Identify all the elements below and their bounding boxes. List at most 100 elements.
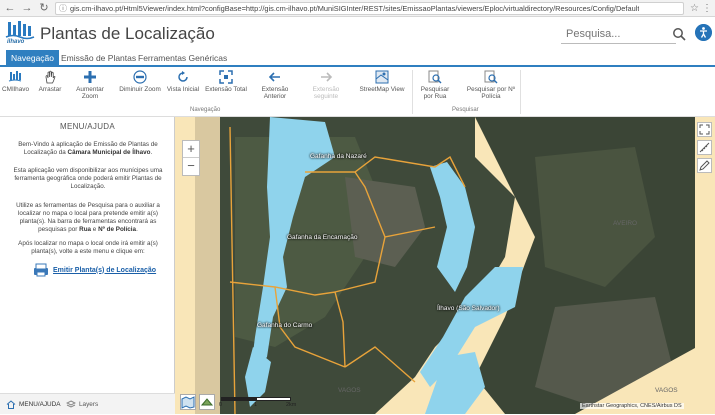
home-icon	[6, 400, 16, 409]
zoom-in-label: Aumentar Zoom	[76, 86, 104, 100]
minus-icon	[133, 70, 147, 84]
welcome-paragraph: Bem-Vindo à aplicação de Emissão de Plan…	[8, 141, 168, 157]
satellite-basemap	[195, 117, 715, 414]
plus-icon	[84, 71, 96, 83]
zoom-in-button[interactable]: Aumentar Zoom	[68, 70, 112, 100]
map-place-label: Ílhavo (São Salvador)	[437, 305, 500, 312]
map-zoom-in-button[interactable]: +	[183, 141, 199, 158]
group-separator	[412, 70, 413, 114]
browser-address-bar: ← → ↻ ⓘ gis.cm-ilhavo.pt/Html5Viewer/ind…	[0, 0, 715, 17]
map-expand-icon[interactable]	[697, 122, 712, 137]
hand-icon	[45, 70, 56, 84]
panel-bottom-tabs: MENU/AJUDA Layers	[0, 393, 175, 414]
tab-menu-ajuda[interactable]: MENU/AJUDA	[6, 394, 61, 415]
logo-text: ílhavo	[7, 39, 25, 45]
back-arrow-icon	[268, 72, 280, 82]
bookmark-star-icon[interactable]: ☆	[688, 3, 701, 14]
pan-label: Arrastar	[38, 86, 62, 93]
ribbon-toolbar: CMIlhavo Arrastar Aumentar Zoom Diminuir…	[0, 67, 715, 117]
tab-layers[interactable]: Layers	[66, 394, 98, 415]
map-place-label: AVEIRO	[613, 220, 638, 227]
search-input[interactable]	[561, 25, 676, 44]
initial-view-label: Vista Inicial	[166, 86, 200, 93]
map-layers-icon[interactable]	[199, 394, 215, 410]
layers-icon	[66, 400, 76, 408]
streetmap-icon	[375, 70, 389, 84]
map-place-label: Gafanha do Carmo	[257, 322, 313, 329]
scale-label: 1	[254, 402, 258, 408]
map-attribution: Earthstar Geographics, CNES/Airbus DS	[580, 403, 684, 409]
forward-arrow-icon	[321, 72, 333, 82]
map-place-label: VAGOS	[338, 387, 361, 394]
ilhavo-logo-icon	[8, 71, 22, 82]
tab-layers-label: Layers	[79, 401, 99, 408]
url-field[interactable]: ⓘ gis.cm-ilhavo.pt/Html5Viewer/index.htm…	[55, 1, 684, 15]
cmilhavo-button[interactable]: CMIlhavo	[2, 70, 29, 93]
streetmap-view-label: StreetMap View	[359, 86, 405, 93]
scale-bar: 0 1 2km	[218, 394, 298, 410]
map-measure-icon[interactable]	[697, 140, 712, 155]
search-icon[interactable]	[672, 27, 686, 41]
municipality-name: Câmara Municipal de Ílhavo	[67, 149, 151, 156]
pan-button[interactable]: Arrastar	[36, 70, 64, 93]
ribbon-tabs: Navegação Emissão de Plantas Ferramentas…	[0, 50, 715, 66]
reload-icon[interactable]: ↻	[37, 1, 51, 15]
tab-ferramentas-genericas[interactable]: Ferramentas Genéricas	[133, 50, 232, 66]
tab-emissao-de-plantas[interactable]: Emissão de Plantas	[56, 50, 141, 66]
previous-extent-label: Extensão Anterior	[261, 86, 289, 100]
zoom-out-button[interactable]: Diminuir Zoom	[118, 70, 162, 93]
emit-plants-link[interactable]: Emitir Planta(s) de Localização	[32, 263, 156, 277]
tab-navegacao[interactable]: Navegação	[6, 50, 60, 66]
menu-help-panel: MENU/AJUDA Bem-Vindo à aplicação de Emis…	[0, 117, 175, 414]
zoom-out-label: Diminuir Zoom	[119, 86, 161, 93]
map-zoom-out-button[interactable]: −	[183, 158, 199, 175]
previous-extent-button[interactable]: Extensão Anterior	[256, 70, 294, 100]
tab-menu-ajuda-label: MENU/AJUDA	[19, 401, 61, 408]
panel-title: MENU/AJUDA	[59, 122, 115, 131]
document-search-icon	[484, 70, 498, 84]
page-title: Plantas de Localização	[40, 24, 215, 43]
search-by-street-button[interactable]: Pesquisar por Rua	[416, 70, 454, 100]
search-by-number-label: Pesquisar por Nº Polícia	[466, 86, 516, 100]
intro-paragraph: Esta aplicação vem disponibilizar aos mu…	[13, 167, 163, 190]
info-icon[interactable]: ⓘ	[59, 3, 67, 14]
search-help-paragraph: Utilize as ferramentas de Pesquisa para …	[8, 202, 168, 234]
accessibility-icon[interactable]	[695, 24, 712, 41]
url-text: gis.cm-ilhavo.pt/Html5Viewer/index.html?…	[70, 3, 640, 13]
emit-plants-link-text: Emitir Planta(s) de Localização	[53, 266, 157, 274]
group-label-pesquisar: Pesquisar	[452, 107, 479, 113]
map-place-label: Gafanha da Encarnação	[287, 234, 358, 241]
search-by-number-button[interactable]: Pesquisar por Nº Polícia	[465, 70, 517, 100]
conjunction: e	[91, 226, 99, 233]
cmilhavo-label: CMIlhavo	[2, 86, 29, 93]
search-by-street-label: Pesquisar por Rua	[420, 86, 450, 100]
expand-arrows-icon	[219, 70, 233, 84]
browser-menu-icon[interactable]: ⋮	[701, 3, 713, 14]
map-place-label: Gafanha da Nazaré	[310, 153, 367, 160]
scale-label: 2km	[286, 402, 297, 408]
group-separator	[520, 70, 521, 114]
streetmap-view-button[interactable]: StreetMap View	[358, 70, 406, 93]
emit-help-paragraph: Após localizar no mapa o local onde irá …	[18, 240, 158, 255]
overview-map-icon[interactable]	[180, 394, 196, 410]
group-label-navegacao: Navegação	[190, 107, 221, 113]
initial-view-button[interactable]: Vista Inicial	[166, 70, 200, 93]
full-extent-button[interactable]: Extensão Total	[205, 70, 247, 93]
street-keyword: Rua	[79, 226, 92, 233]
scale-label: 0	[219, 402, 223, 408]
refresh-globe-icon	[178, 71, 188, 82]
police-number-keyword: Nº de Polícia	[98, 226, 137, 233]
welcome-period: .	[150, 149, 153, 156]
map-draw-icon[interactable]	[697, 158, 712, 173]
search-help-period: .	[136, 226, 138, 233]
map-view[interactable]: Gafanha da Nazaré Gafanha da Encarnação …	[175, 117, 715, 414]
next-extent-button[interactable]: Extensão seguinte	[306, 70, 346, 100]
printer-map-icon	[34, 263, 48, 277]
back-arrow-icon[interactable]: ←	[3, 1, 17, 15]
map-place-label: VAGOS	[655, 387, 678, 394]
forward-arrow-icon[interactable]: →	[20, 1, 34, 15]
document-search-icon	[428, 70, 442, 84]
scale-bar-graphic	[221, 397, 291, 401]
next-extent-label: Extensão seguinte	[312, 86, 340, 100]
app-header: ílhavo Plantas de Localização	[0, 17, 715, 50]
